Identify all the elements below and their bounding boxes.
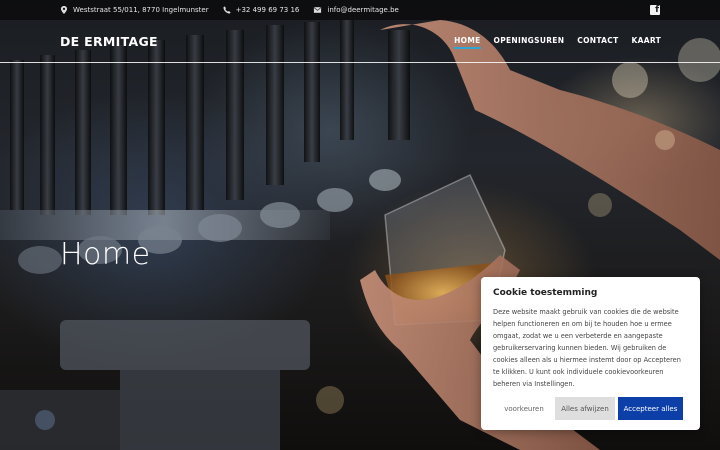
nav-contact[interactable]: CONTACT [577, 36, 618, 48]
email-text[interactable]: info@deermitage.be [327, 6, 398, 14]
nav-kaart[interactable]: KAART [632, 36, 661, 48]
nav-home[interactable]: HOME [454, 36, 481, 49]
cookie-body: Deze website maakt gebruik van cookies d… [493, 308, 681, 388]
facebook-icon[interactable]: f [650, 5, 660, 15]
reject-all-button[interactable]: Alles afwijzen [555, 397, 615, 420]
nav-openingsuren[interactable]: OPENINGSUREN [494, 36, 565, 48]
phone-text[interactable]: +32 499 69 73 16 [236, 6, 300, 14]
cookie-consent-dialog: Cookie toestemming Deze website maakt ge… [481, 277, 700, 430]
phone-item[interactable]: +32 499 69 73 16 [223, 6, 300, 14]
top-info-bar: Weststraat 55/011, 8770 Ingelmunster +32… [0, 0, 720, 20]
cookie-title: Cookie toestemming [493, 288, 598, 298]
envelope-icon [314, 7, 322, 13]
site-header: DE ERMITAGE HOME OPENINGSUREN CONTACT KA… [0, 20, 720, 63]
preferences-button[interactable]: voorkeuren [493, 397, 555, 420]
map-marker-icon [60, 6, 68, 14]
site-logo[interactable]: DE ERMITAGE [60, 34, 158, 49]
accept-all-button[interactable]: Accepteer alles [618, 397, 683, 420]
address-item: Weststraat 55/011, 8770 Ingelmunster [60, 6, 209, 14]
main-navigation: HOME OPENINGSUREN CONTACT KAART [441, 36, 661, 49]
phone-icon [223, 6, 231, 14]
cookie-buttons: voorkeuren Alles afwijzen Accepteer alle… [493, 397, 695, 420]
page-title: Home [60, 237, 151, 272]
contact-info: Weststraat 55/011, 8770 Ingelmunster +32… [60, 6, 413, 14]
email-item[interactable]: info@deermitage.be [313, 6, 399, 14]
address-text: Weststraat 55/011, 8770 Ingelmunster [73, 6, 209, 14]
